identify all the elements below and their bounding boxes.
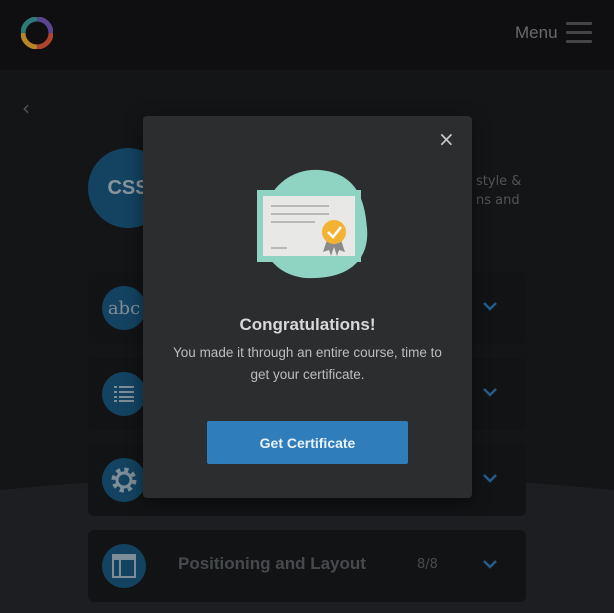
modal-heading: Congratulations! (239, 315, 376, 334)
get-certificate-button[interactable]: Get Certificate (207, 421, 408, 464)
close-icon[interactable]: × (438, 129, 455, 149)
certificate-illustration (257, 169, 368, 279)
congratulations-modal: × Congratulations! You made it through a… (143, 116, 472, 498)
modal-message: You made it through an entire course, ti… (173, 345, 442, 382)
